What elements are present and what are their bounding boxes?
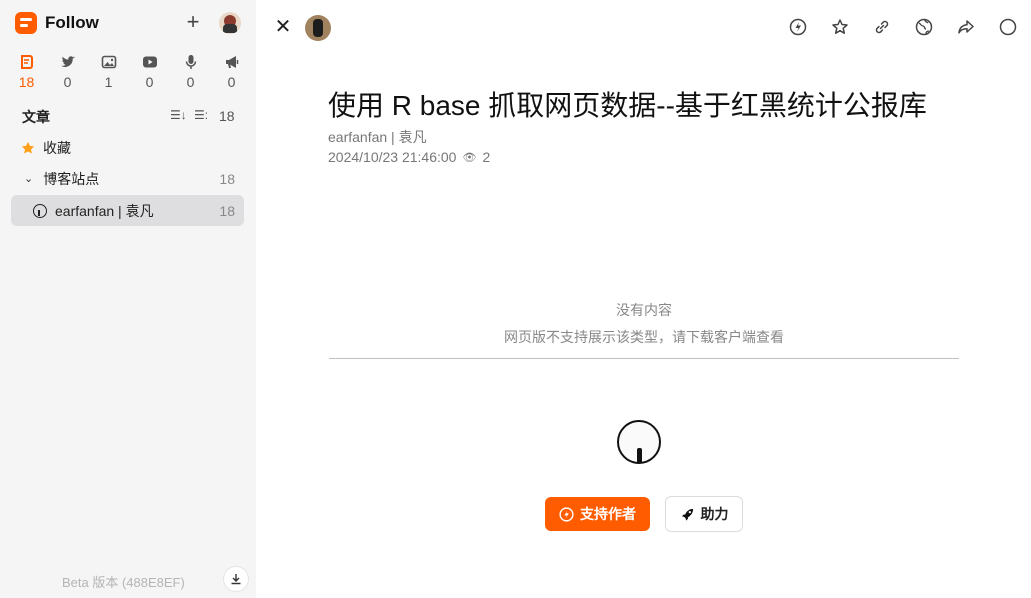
add-icon[interactable]: + — [183, 11, 203, 33]
view-articles[interactable]: 18 — [6, 54, 47, 90]
author-avatar[interactable] — [305, 15, 331, 41]
user-avatar[interactable] — [219, 12, 241, 34]
mark-read-button[interactable] — [998, 17, 1018, 37]
filter-icon[interactable]: ☰: — [194, 108, 208, 122]
ai-summary-button[interactable] — [788, 17, 808, 37]
lightning-icon — [559, 506, 574, 522]
star-button[interactable] — [830, 17, 850, 37]
view-count: 0 — [227, 74, 236, 90]
unread-count: 18 — [219, 170, 235, 187]
app-name: Follow — [45, 13, 99, 32]
sidebar-item-favorites[interactable]: 收藏 — [11, 132, 244, 163]
empty-subtitle: 网页版不支持展示该类型，请下载客户端查看 — [504, 329, 784, 345]
view-count: 18 — [18, 74, 35, 90]
section-count: 18 — [219, 108, 235, 124]
sidebar-item-label: 博客站点 — [43, 170, 100, 187]
sidebar-category-blogs[interactable]: ⌄ 博客站点 18 — [11, 163, 244, 194]
view-videos[interactable]: 0 — [129, 54, 170, 90]
share-icon — [958, 20, 974, 34]
download-icon — [231, 574, 241, 585]
article-date: 2024/10/23 21:46:00 — [328, 149, 457, 165]
feed-icon — [33, 203, 47, 218]
globe-icon — [915, 18, 933, 36]
article-meta: 2024/10/23 21:46:00 👁 2 — [328, 149, 490, 165]
megaphone-icon — [224, 54, 240, 70]
feed-avatar — [617, 420, 661, 464]
star-icon — [21, 141, 35, 154]
divider — [329, 358, 959, 359]
download-button[interactable] — [224, 567, 248, 591]
open-in-browser-button[interactable] — [914, 17, 934, 37]
circle-icon — [999, 18, 1017, 36]
view-count: 0 — [63, 74, 72, 90]
sidebar-item-label: earfanfan | 袁凡 — [55, 202, 154, 219]
view-switcher: 18 0 1 0 0 0 — [6, 54, 252, 90]
article-title: 使用 R base 抓取网页数据--基于红黑统计公报库 — [328, 90, 927, 121]
sidebar: Follow + 18 0 1 0 0 0 文章 ☰↓ ☰: 18 收藏 ⌄ 博… — [0, 0, 256, 598]
empty-title: 没有内容 — [616, 302, 672, 318]
view-audio[interactable]: 0 — [170, 54, 211, 90]
unread-count: 18 — [219, 202, 235, 219]
view-pictures[interactable]: 1 — [88, 54, 129, 90]
view-count: 2 — [482, 149, 491, 165]
article-toolbar — [788, 17, 1018, 37]
support-author-button[interactable]: 支持作者 — [545, 497, 650, 531]
support-label: 支持作者 — [580, 506, 636, 522]
copy-link-button[interactable] — [872, 17, 892, 37]
view-notifications[interactable]: 0 — [211, 54, 252, 90]
sidebar-feed-earfanfan[interactable]: earfanfan | 袁凡 18 — [11, 195, 244, 226]
brand[interactable]: Follow — [15, 12, 99, 34]
microphone-icon — [183, 54, 199, 70]
picture-icon — [101, 54, 117, 70]
eye-icon: 👁 — [462, 151, 477, 164]
section-title: 文章 — [22, 109, 50, 125]
view-count: 0 — [186, 74, 195, 90]
link-icon — [875, 20, 889, 34]
lightning-icon — [789, 18, 807, 36]
view-count: 0 — [145, 74, 154, 90]
sort-icon[interactable]: ☰↓ — [170, 108, 187, 122]
article-author[interactable]: earfanfan | 袁凡 — [328, 127, 427, 147]
section-header: 文章 ☰↓ ☰: 18 — [22, 108, 238, 126]
star-outline-icon — [832, 19, 848, 34]
boost-label: 助力 — [700, 506, 729, 522]
boost-button[interactable]: 助力 — [665, 496, 743, 532]
video-icon — [142, 54, 158, 70]
version-label: Beta 版本 (488E8EF) — [62, 575, 185, 590]
close-button[interactable]: ✕ — [273, 17, 293, 37]
twitter-icon — [60, 54, 76, 70]
view-count: 1 — [104, 74, 113, 90]
follow-logo-icon — [15, 12, 37, 34]
chevron-down-icon[interactable]: ⌄ — [24, 172, 33, 185]
sidebar-item-label: 收藏 — [43, 139, 71, 156]
share-button[interactable] — [956, 17, 976, 37]
article-icon — [19, 54, 35, 70]
view-social[interactable]: 0 — [47, 54, 88, 90]
rocket-icon — [681, 508, 693, 521]
